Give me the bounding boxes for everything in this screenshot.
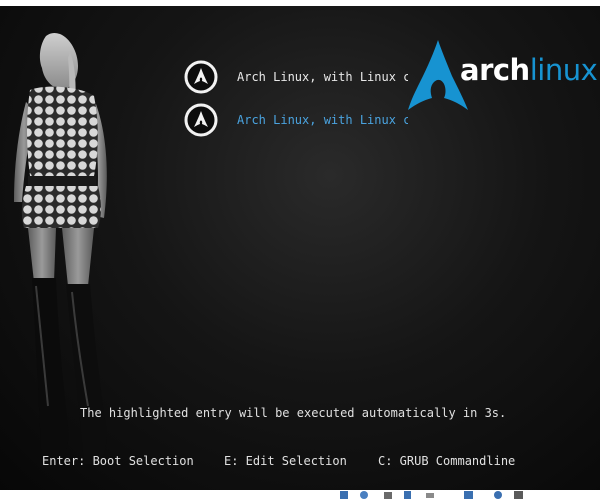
arch-icon (184, 103, 218, 137)
arch-icon (184, 60, 218, 94)
boot-entry-fallback[interactable]: Arch Linux, with Linux core repo kernel … (184, 103, 414, 137)
arch-linux-wordmark: archlinux (460, 50, 598, 90)
logo-word-arch: arch (460, 53, 530, 87)
taskbar-tray-icons (340, 491, 523, 499)
boot-menu: Arch Linux, with Linux core repo kernel … (184, 60, 414, 146)
logo-word-linux: linux (529, 53, 598, 87)
boot-entry-label: Arch Linux, with Linux core repo kernel … (237, 113, 408, 127)
hint-enter-boot: Enter: Boot Selection (42, 454, 194, 468)
hint-edit-selection: E: Edit Selection (224, 454, 347, 468)
countdown-message: The highlighted entry will be executed a… (80, 406, 507, 420)
grub-screen: archlinux Arch Linux, with Linux core re… (0, 6, 600, 490)
boot-entry-label: Arch Linux, with Linux core repo kernel (237, 70, 408, 84)
hint-grub-commandline: C: GRUB Commandline (378, 454, 516, 468)
arch-linux-logo: archlinux (408, 38, 600, 114)
boot-entry-default[interactable]: Arch Linux, with Linux core repo kernel (184, 60, 414, 94)
host-taskbar (0, 490, 600, 500)
arch-logo-icon (408, 40, 468, 110)
